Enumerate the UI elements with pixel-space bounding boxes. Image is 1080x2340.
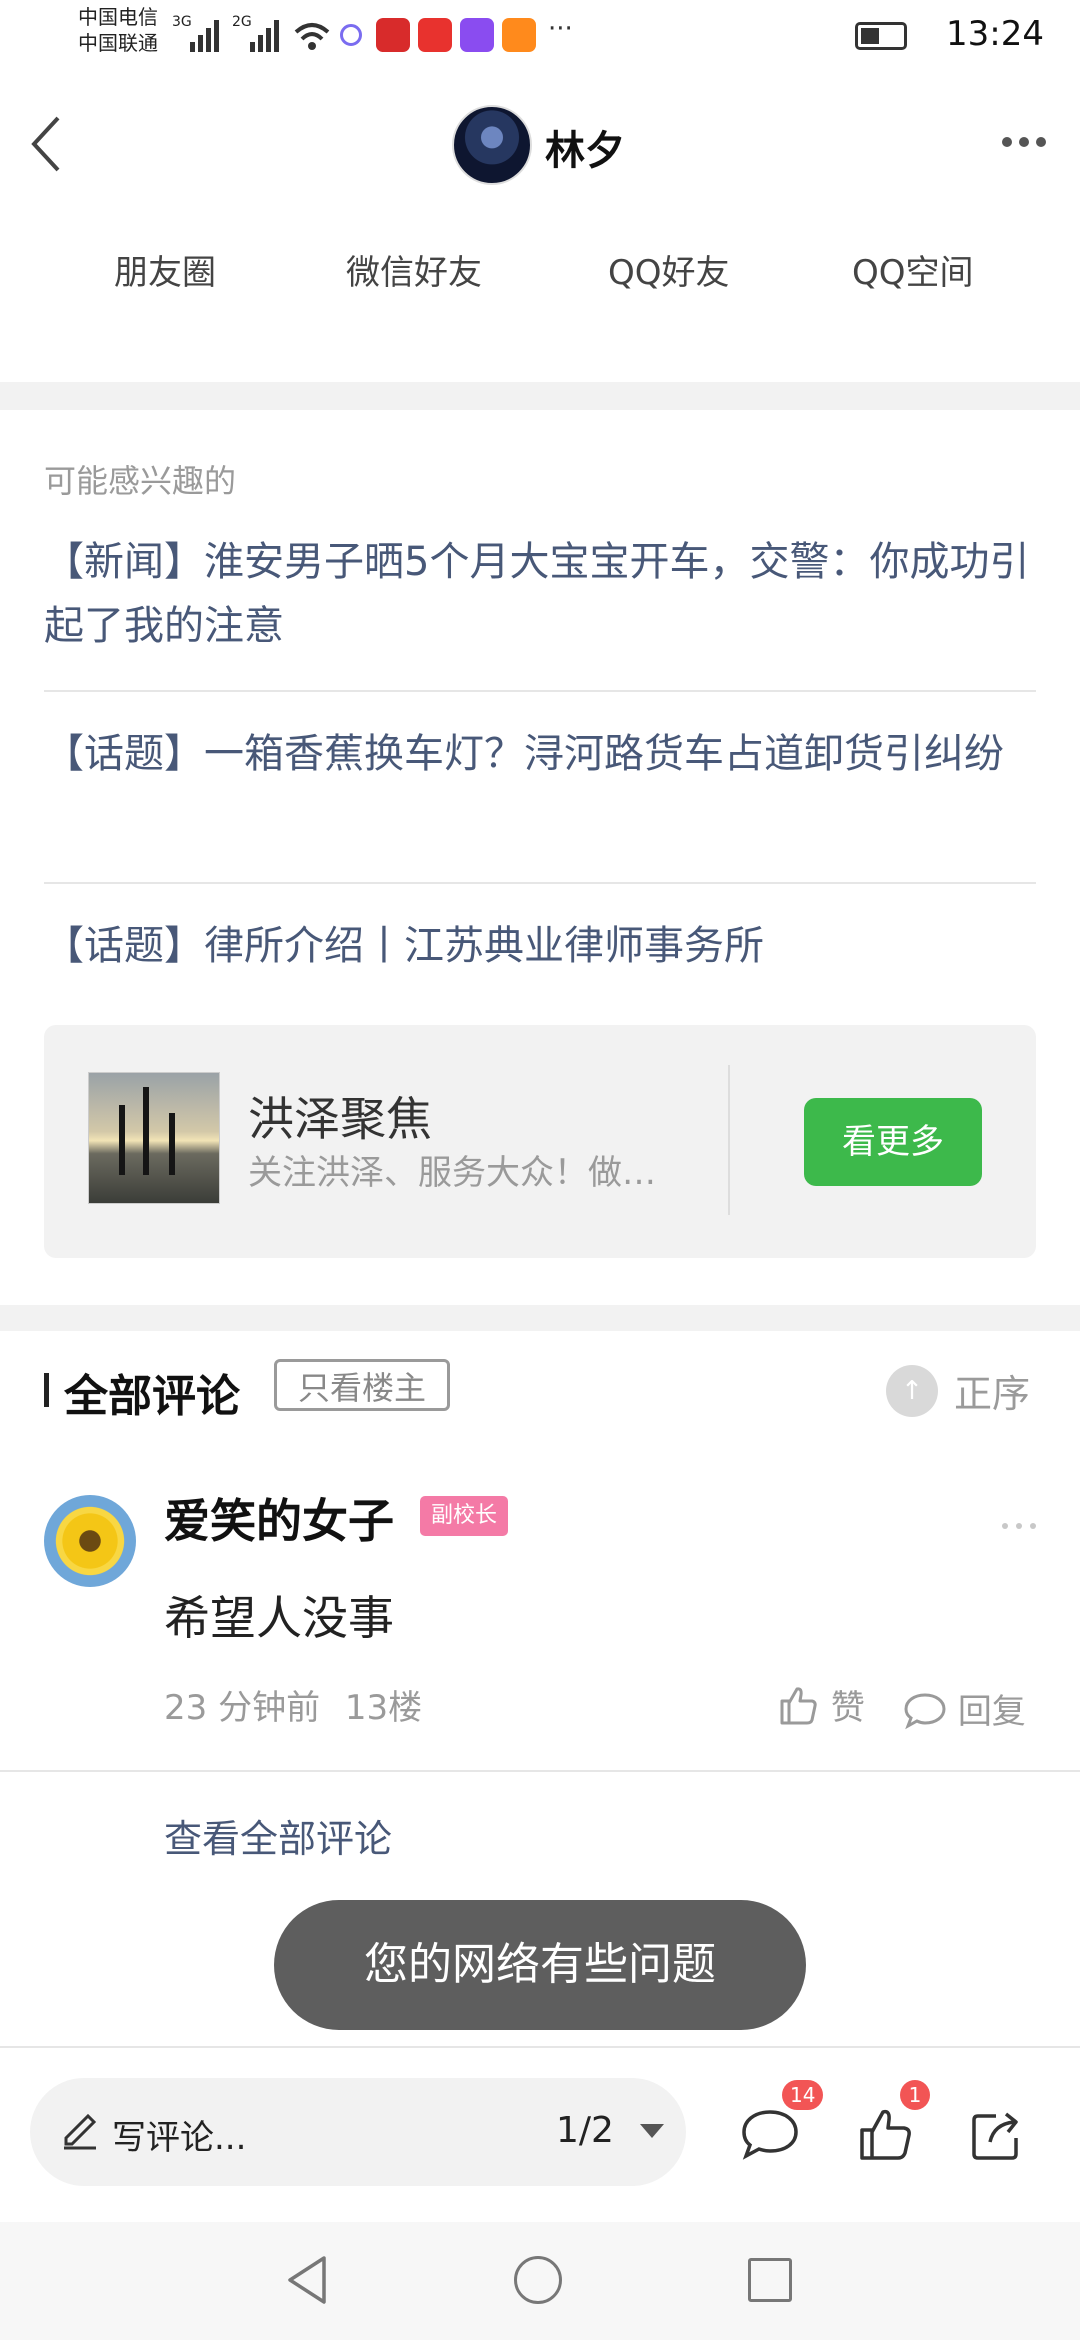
comment-placeholder[interactable]: 写评论... bbox=[112, 2110, 246, 2159]
author-only-filter[interactable]: 只看楼主 bbox=[274, 1359, 450, 1411]
comment-floor: 13楼 bbox=[344, 1688, 423, 1728]
recommend-item[interactable]: 【话题】一箱香蕉换车灯？浔河路货车占道卸货引纠纷 bbox=[44, 722, 1044, 786]
account-name: 洪泽聚焦 bbox=[248, 1092, 432, 1146]
recommend-item[interactable]: 【新闻】淮安男子晒5个月大宝宝开车，交警：你成功引起了我的注意 bbox=[44, 530, 1044, 658]
video-app-icon bbox=[460, 18, 494, 52]
app-notification-icon bbox=[376, 18, 410, 52]
like-count-badge: 1 bbox=[900, 2080, 930, 2110]
nav-back-icon[interactable] bbox=[284, 2254, 330, 2306]
account-promo-card[interactable]: 洪泽聚焦 关注洪泽、服务大众！做… 看更多 bbox=[44, 1025, 1036, 1258]
like-label: 赞 bbox=[830, 1688, 865, 1728]
play-app-icon bbox=[502, 18, 536, 52]
share-qq-friend-button[interactable]: QQ好友 bbox=[608, 245, 730, 294]
commenter-name[interactable]: 爱笑的女子 bbox=[164, 1485, 394, 1551]
view-all-comments-link[interactable]: 查看全部评论 bbox=[164, 1808, 392, 1863]
page-indicator[interactable]: 1/2 bbox=[556, 2110, 614, 2151]
thumbs-up-icon[interactable] bbox=[856, 2104, 916, 2164]
carrier-2: 中国联通 bbox=[78, 31, 158, 55]
section-marker bbox=[44, 1373, 49, 1407]
network-type-1: 3G bbox=[172, 14, 192, 30]
status-bar: 中国电信 中国联通 3G 2G ··· 13:24 bbox=[0, 0, 1080, 70]
share-qzone-button[interactable]: QQ空间 bbox=[852, 245, 974, 294]
pencil-icon bbox=[64, 2113, 97, 2150]
recommend-item[interactable]: 【话题】律所介绍丨江苏典业律师事务所 bbox=[44, 914, 1044, 978]
recommend-label: 可能感兴趣的 bbox=[44, 462, 237, 500]
signal-icon bbox=[250, 20, 279, 52]
user-rank-badge: 副校长 bbox=[420, 1496, 508, 1536]
section-divider bbox=[0, 382, 1080, 410]
divider bbox=[0, 1770, 1080, 1772]
comment-text: 希望人没事 bbox=[164, 1591, 394, 1645]
sort-icon[interactable]: ↑ bbox=[886, 1365, 938, 1417]
see-more-button[interactable]: 看更多 bbox=[804, 1098, 982, 1186]
comment-more-icon[interactable] bbox=[994, 1514, 1036, 1533]
nav-home-icon[interactable] bbox=[514, 2256, 562, 2304]
speech-bubble-icon bbox=[904, 1693, 946, 1730]
page-title: 林夕 bbox=[545, 128, 625, 174]
share-wechat-friend-button[interactable]: 微信好友 bbox=[346, 245, 482, 294]
app-notification-icon bbox=[418, 18, 452, 52]
app-notification-icon bbox=[340, 24, 362, 46]
share-moments-button[interactable]: 朋友圈 bbox=[114, 245, 216, 294]
reply-label: 回复 bbox=[957, 1692, 1026, 1732]
author-avatar[interactable] bbox=[452, 105, 532, 185]
signal-icon bbox=[190, 20, 219, 52]
battery-icon bbox=[855, 22, 907, 50]
divider bbox=[44, 882, 1036, 884]
comment-meta: 23 分钟前 13楼 bbox=[164, 1680, 422, 1729]
clock: 13:24 bbox=[946, 14, 1044, 54]
more-notifications: ··· bbox=[548, 14, 573, 44]
wifi-icon bbox=[294, 23, 330, 50]
back-arrow-icon[interactable] bbox=[28, 112, 68, 176]
sort-order-toggle[interactable]: 正序 bbox=[954, 1363, 1030, 1418]
share-icon[interactable] bbox=[968, 2106, 1026, 2164]
divider bbox=[44, 690, 1036, 692]
section-divider bbox=[0, 1305, 1080, 1331]
comment-time: 23 分钟前 bbox=[164, 1688, 321, 1728]
nav-recents-icon[interactable] bbox=[748, 2258, 792, 2302]
comments-title: 全部评论 bbox=[64, 1371, 240, 1422]
divider bbox=[728, 1065, 730, 1215]
chevron-down-icon[interactable] bbox=[640, 2124, 664, 2138]
more-options-icon[interactable] bbox=[995, 132, 1046, 151]
carrier-1: 中国电信 bbox=[78, 5, 158, 29]
comments-icon[interactable] bbox=[738, 2106, 802, 2162]
commenter-avatar[interactable] bbox=[44, 1495, 136, 1587]
divider bbox=[0, 2046, 1080, 2048]
account-thumbnail bbox=[88, 1072, 220, 1204]
like-button[interactable]: 赞 bbox=[776, 1680, 865, 1729]
comment-count-badge: 14 bbox=[782, 2080, 824, 2110]
network-error-toast: 您的网络有些问题 bbox=[274, 1900, 806, 2030]
reply-button[interactable]: 回复 bbox=[903, 1684, 1026, 1733]
thumbs-up-icon bbox=[780, 1687, 817, 1725]
network-type-2: 2G bbox=[232, 14, 252, 30]
account-description: 关注洪泽、服务大众！做… bbox=[248, 1153, 656, 1193]
